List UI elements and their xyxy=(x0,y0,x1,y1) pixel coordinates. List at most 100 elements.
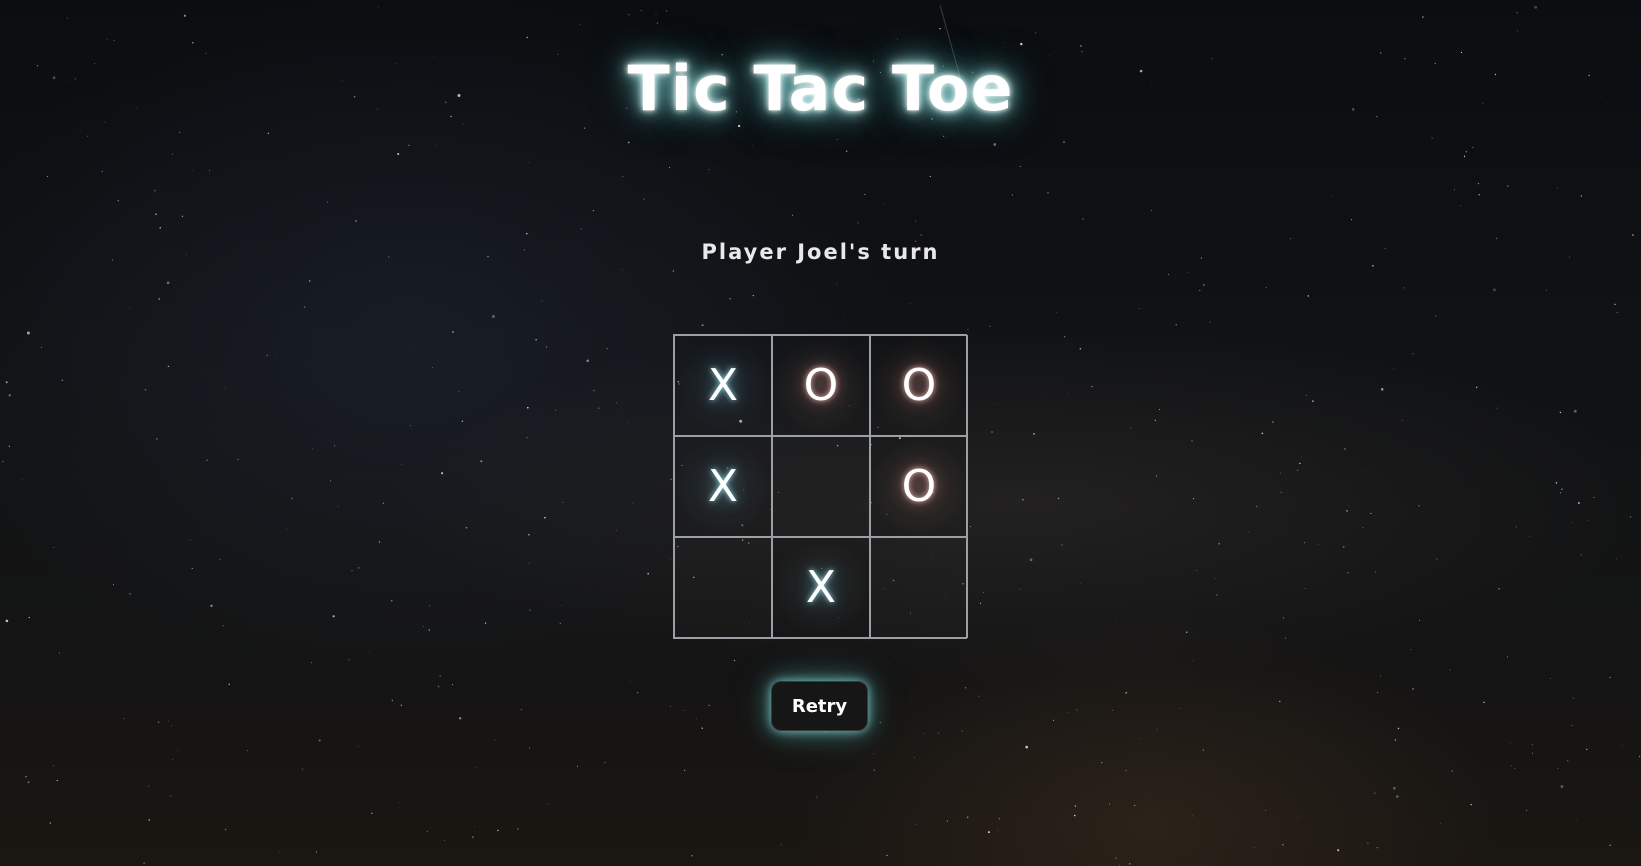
star xyxy=(1125,692,1127,694)
star xyxy=(967,816,969,818)
star xyxy=(1073,814,1076,817)
star xyxy=(1507,656,1508,658)
star xyxy=(628,13,630,16)
star xyxy=(606,348,608,350)
star xyxy=(171,153,174,155)
retry-button[interactable]: Retry xyxy=(771,681,868,731)
star xyxy=(1193,498,1195,500)
star xyxy=(1279,472,1281,474)
star xyxy=(1019,165,1021,167)
star xyxy=(1019,588,1021,590)
star xyxy=(671,141,673,142)
star xyxy=(1304,587,1307,590)
star xyxy=(837,139,838,140)
star xyxy=(368,652,370,653)
star xyxy=(1280,491,1282,493)
star xyxy=(1516,12,1518,14)
star xyxy=(219,558,221,560)
star xyxy=(113,39,115,41)
star xyxy=(1593,496,1595,498)
star xyxy=(1401,420,1403,421)
star xyxy=(358,567,360,569)
star xyxy=(1348,505,1350,507)
star xyxy=(1622,745,1623,747)
star xyxy=(209,170,211,172)
star xyxy=(441,506,443,507)
star xyxy=(883,204,885,206)
star xyxy=(1557,767,1559,769)
star xyxy=(1218,543,1220,545)
star xyxy=(148,819,150,821)
star xyxy=(1483,701,1485,704)
star xyxy=(1510,743,1512,745)
star xyxy=(1495,237,1498,240)
star xyxy=(334,445,336,447)
board-cell[interactable]: X xyxy=(674,335,772,436)
star xyxy=(1284,637,1287,639)
star xyxy=(371,812,373,814)
star xyxy=(1079,347,1082,350)
star xyxy=(1307,295,1310,297)
star xyxy=(669,558,671,560)
star xyxy=(155,213,157,215)
star xyxy=(1033,433,1035,435)
star xyxy=(583,127,586,129)
star xyxy=(1332,194,1334,196)
star xyxy=(399,802,401,804)
star xyxy=(21,478,23,480)
star xyxy=(192,169,194,171)
star xyxy=(1002,47,1004,49)
star xyxy=(154,190,156,192)
star xyxy=(695,718,697,720)
star xyxy=(123,717,125,720)
star xyxy=(1465,151,1467,153)
board-cell[interactable]: X xyxy=(772,537,870,638)
board-cell[interactable]: O xyxy=(772,335,870,436)
star xyxy=(117,200,119,202)
board-cell[interactable] xyxy=(870,537,968,638)
star xyxy=(181,215,184,217)
star xyxy=(615,529,617,532)
star xyxy=(1422,16,1424,18)
star xyxy=(1125,770,1127,772)
star xyxy=(143,862,145,864)
star xyxy=(559,622,562,625)
board-cell[interactable]: O xyxy=(870,335,968,436)
star xyxy=(997,402,998,404)
star xyxy=(166,281,170,285)
star xyxy=(222,625,224,627)
star xyxy=(303,306,306,308)
star xyxy=(544,516,546,519)
star xyxy=(752,294,754,297)
turn-status: Player Joel's turn xyxy=(701,240,940,264)
star xyxy=(873,769,875,771)
star xyxy=(1248,531,1250,533)
star xyxy=(970,525,972,527)
star xyxy=(1253,847,1256,849)
star xyxy=(301,768,304,770)
star xyxy=(1545,289,1548,291)
board-cell[interactable]: X xyxy=(674,436,772,537)
star xyxy=(318,739,321,742)
star xyxy=(526,232,528,235)
star xyxy=(1571,522,1573,524)
board-cell[interactable] xyxy=(674,537,772,638)
star xyxy=(1470,803,1472,806)
star xyxy=(1531,752,1534,754)
board-cell[interactable]: O xyxy=(870,436,968,537)
star xyxy=(1362,527,1364,529)
star xyxy=(1344,448,1346,450)
star xyxy=(929,175,931,178)
star xyxy=(59,652,61,654)
star xyxy=(555,409,557,411)
star xyxy=(408,144,410,146)
star xyxy=(1616,558,1617,560)
star xyxy=(49,822,51,824)
star xyxy=(864,193,866,195)
star xyxy=(1453,189,1455,191)
board-cell[interactable] xyxy=(772,436,870,537)
star xyxy=(897,38,899,40)
star xyxy=(107,213,109,214)
star xyxy=(401,464,402,465)
star xyxy=(527,406,529,409)
